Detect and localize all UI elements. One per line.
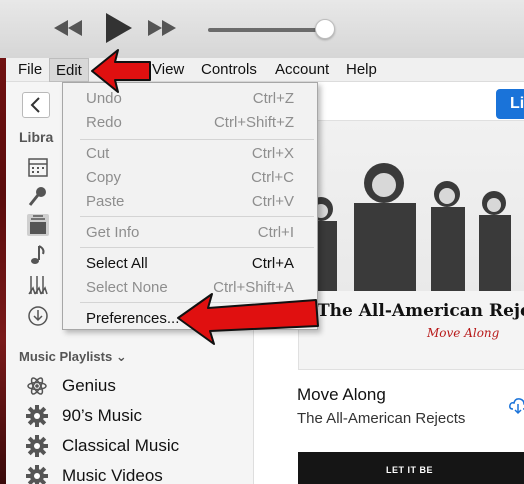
album-card[interactable]: The All-American Rejects Move Along bbox=[298, 120, 524, 370]
gear-icon bbox=[26, 465, 48, 484]
menu-view[interactable]: View bbox=[146, 58, 190, 82]
menu-item-select-none[interactable]: Select None Ctrl+Shift+A bbox=[86, 276, 306, 298]
library-button[interactable]: Li bbox=[496, 89, 524, 119]
player-bar bbox=[0, 0, 524, 58]
fast-forward-icon[interactable] bbox=[146, 12, 178, 44]
microphone-icon[interactable] bbox=[27, 185, 49, 207]
menu-item-preferences[interactable]: Preferences... Ctrl+, bbox=[86, 307, 306, 329]
music-note-icon[interactable] bbox=[27, 244, 49, 266]
volume-slider[interactable] bbox=[208, 28, 324, 32]
band-logo: The All-American Rejects bbox=[317, 301, 524, 321]
cloud-download-icon[interactable] bbox=[508, 395, 524, 420]
back-button[interactable] bbox=[22, 92, 50, 118]
next-album-cover[interactable]: LET IT BE bbox=[298, 452, 524, 484]
playlist-label: Music Videos bbox=[62, 466, 163, 484]
artists-icon[interactable] bbox=[27, 274, 49, 296]
playlists-header[interactable]: Music Playlists ⌄ bbox=[19, 349, 127, 365]
menu-file[interactable]: File bbox=[12, 58, 48, 82]
menu-help[interactable]: Help bbox=[340, 58, 383, 82]
menu-separator bbox=[80, 302, 314, 303]
playlist-label: Classical Music bbox=[62, 436, 180, 455]
play-icon[interactable] bbox=[102, 10, 134, 46]
menu-separator bbox=[80, 216, 314, 217]
volume-knob[interactable] bbox=[315, 19, 335, 39]
gear-icon bbox=[26, 435, 48, 457]
menu-item-undo[interactable]: Undo Ctrl+Z bbox=[86, 87, 306, 109]
album-artist[interactable]: The All-American Rejects bbox=[297, 410, 465, 427]
menu-item-select-all[interactable]: Select All Ctrl+A bbox=[86, 252, 306, 274]
menu-bar: File Edit Song View Controls Account Hel… bbox=[6, 58, 524, 82]
albums-icon[interactable] bbox=[27, 214, 49, 236]
menu-item-get-info[interactable]: Get Info Ctrl+I bbox=[86, 221, 306, 243]
genius-icon bbox=[26, 375, 48, 397]
menu-edit[interactable]: Edit bbox=[49, 58, 89, 82]
album-title[interactable]: Move Along bbox=[297, 385, 386, 405]
album-logo: Move Along bbox=[427, 326, 500, 340]
playlist-label: Genius bbox=[62, 376, 116, 395]
menu-controls[interactable]: Controls bbox=[195, 58, 263, 82]
menu-item-cut[interactable]: Cut Ctrl+X bbox=[86, 142, 306, 164]
menu-item-paste[interactable]: Paste Ctrl+V bbox=[86, 190, 306, 212]
library-label: Libra bbox=[19, 129, 54, 145]
menu-separator bbox=[80, 247, 314, 248]
rewind-icon[interactable] bbox=[52, 12, 84, 44]
next-album-text: LET IT BE bbox=[386, 465, 433, 475]
playlist-label: 90’s Music bbox=[62, 406, 142, 425]
menu-song[interactable]: Song bbox=[101, 58, 148, 82]
menu-item-copy[interactable]: Copy Ctrl+C bbox=[86, 166, 306, 188]
gear-icon bbox=[26, 405, 48, 427]
calendar-icon[interactable] bbox=[27, 156, 49, 178]
chevron-left-icon bbox=[30, 97, 40, 113]
album-cover-photo bbox=[299, 121, 524, 291]
menu-item-redo[interactable]: Redo Ctrl+Shift+Z bbox=[86, 111, 306, 133]
menu-account[interactable]: Account bbox=[269, 58, 335, 82]
menu-separator bbox=[80, 139, 314, 140]
download-icon[interactable] bbox=[27, 305, 49, 327]
